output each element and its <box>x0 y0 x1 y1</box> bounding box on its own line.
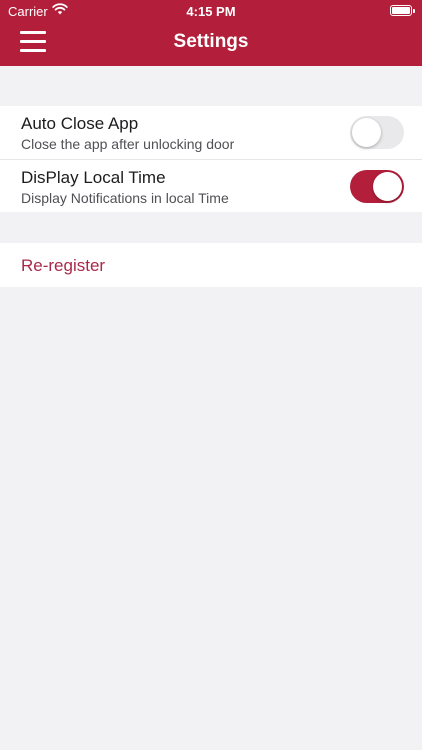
reregister-button[interactable]: Re-register <box>21 256 105 276</box>
page-title: Settings <box>173 31 249 52</box>
navigation-bar: Carrier 4:15 PM Settings <box>0 0 422 66</box>
local-time-toggle[interactable] <box>350 170 404 203</box>
toggle-knob <box>373 172 402 201</box>
battery-icon <box>390 5 415 16</box>
auto-close-row: Auto Close App Close the app after unloc… <box>0 106 422 160</box>
local-time-label: DisPlay Local Time <box>21 168 166 187</box>
settings-group: Auto Close App Close the app after unloc… <box>0 106 422 212</box>
local-time-row: DisPlay Local Time Display Notifications… <box>0 160 422 213</box>
auto-close-toggle[interactable] <box>350 116 404 149</box>
status-time: 4:15 PM <box>186 4 236 19</box>
toggle-knob <box>352 118 381 147</box>
status-bar: Carrier 4:15 PM <box>0 0 422 22</box>
auto-close-label: Auto Close App <box>21 114 139 133</box>
auto-close-description: Close the app after unlocking door <box>21 136 235 152</box>
actions-group: Re-register <box>0 243 422 287</box>
local-time-description: Display Notifications in local Time <box>21 190 229 206</box>
